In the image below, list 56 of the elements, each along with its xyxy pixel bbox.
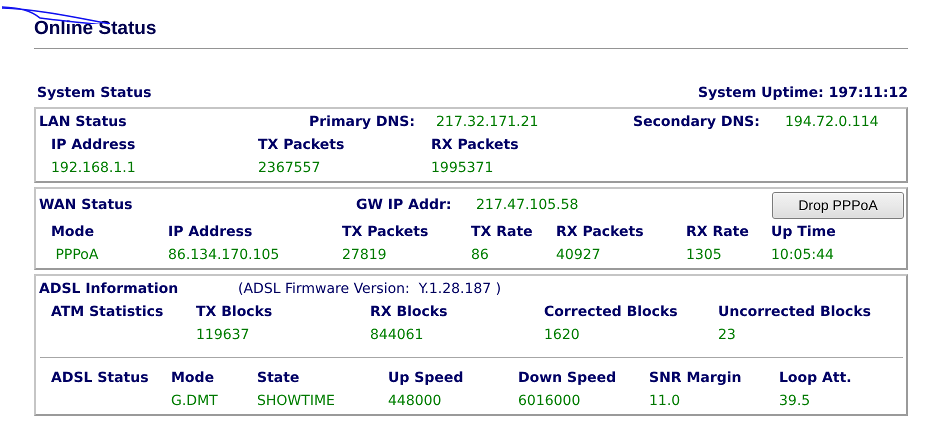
firmware-text: (ADSL Firmware Version: Y.1.28.187 ) [238, 280, 502, 296]
section-title: ADSL Information [39, 280, 180, 296]
column-header: Up Speed [388, 370, 464, 386]
column-header: TX Blocks [196, 304, 274, 320]
column-header: RX Rate [686, 224, 750, 240]
table-cell-text: 448000 [388, 392, 442, 408]
table-cell-text: 192.168.1.1 [51, 160, 137, 176]
page-title: Online Status [34, 17, 158, 40]
column-header: Loop Att. [779, 370, 853, 386]
column-header: State [257, 370, 300, 386]
table-cell-text: PPPoA [54, 246, 100, 262]
table-cell-text: 2367557 [258, 160, 322, 176]
table-cell-text: 27819 [342, 246, 388, 262]
column-header: TX Rate [471, 224, 534, 240]
column-header: RX Blocks [370, 304, 448, 320]
column-header: TX Packets [342, 224, 430, 240]
column-header: IP Address [51, 136, 136, 152]
column-header: IP Address [168, 224, 254, 240]
uptime-text: System Uptime: 197:11:12 [698, 85, 908, 103]
table-cell-text: 86 [471, 246, 490, 262]
column-header: Corrected Blocks [544, 304, 679, 320]
table-cell-text: 39.5 [779, 392, 812, 408]
column-header: Down Speed [518, 370, 618, 386]
section-title: WAN Status [39, 197, 134, 213]
table-cell-text: 23 [718, 326, 737, 342]
column-header: Uncorrected Blocks [718, 304, 872, 320]
table-cell-text: 10:05:44 [771, 246, 835, 262]
field-value: 217.47.105.58 [476, 197, 580, 213]
table-cell-text: 86.134.170.105 [168, 246, 280, 262]
table-cell-text: 1995371 [431, 160, 494, 176]
row-label: ATM Statistics [51, 304, 164, 320]
table-cell-text: G.DMT [171, 392, 219, 408]
table-cell-text: SHOWTIME [257, 392, 336, 408]
section-title: LAN Status [39, 114, 128, 130]
column-header: RX Packets [556, 224, 645, 240]
field-label: Primary DNS: [309, 114, 416, 130]
column-header: Mode [171, 370, 216, 386]
field-label: GW IP Addr: [356, 197, 453, 213]
column-header: RX Packets [431, 136, 520, 152]
field-value: 194.72.0.114 [785, 114, 880, 130]
table-cell-text: 119637 [196, 326, 250, 342]
column-header: Up Time [771, 224, 837, 240]
column-header: Mode [51, 224, 96, 240]
table-cell-text: 1620 [544, 326, 581, 342]
drop-button[interactable]: Drop PPPoA [772, 192, 904, 218]
row-label: ADSL Status [51, 370, 150, 386]
table-cell-text: 11.0 [649, 392, 682, 408]
column-header: TX Packets [258, 136, 346, 152]
table-cell-text: 1305 [686, 246, 723, 262]
field-label: Secondary DNS: [633, 114, 761, 130]
table-cell-text: 40927 [556, 246, 602, 262]
field-value: 217.32.171.21 [436, 114, 540, 130]
table-cell-text: 6016000 [518, 392, 582, 408]
column-header: SNR Margin [649, 370, 743, 386]
section-title: System Status [37, 85, 152, 103]
table-cell-text: 844061 [370, 326, 424, 342]
